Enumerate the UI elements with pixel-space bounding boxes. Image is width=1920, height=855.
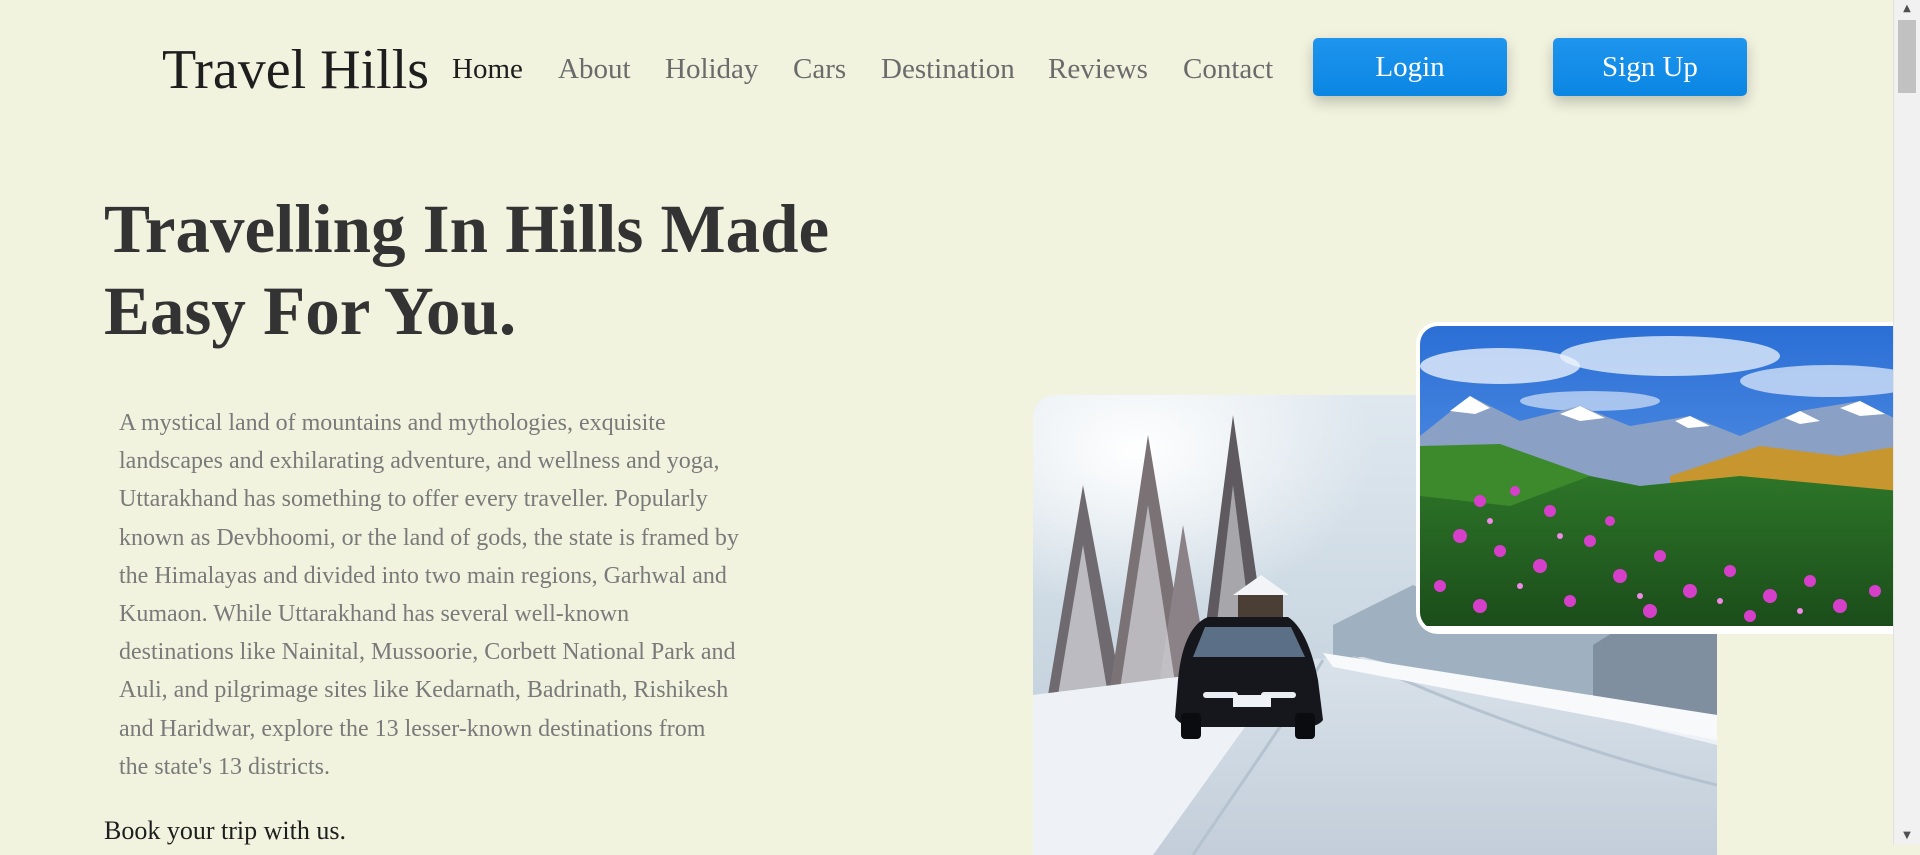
scroll-down-arrow-icon[interactable]: ▼ (1894, 827, 1920, 845)
nav-home[interactable]: Home (452, 50, 523, 88)
book-trip-text: Book your trip with us. (104, 816, 346, 845)
hero-description: A mystical land of mountains and mytholo… (119, 410, 739, 780)
brand-logo[interactable]: Travel Hills (162, 36, 429, 104)
nav-about[interactable]: About (558, 50, 631, 88)
nav-cars[interactable]: Cars (793, 50, 846, 88)
scroll-thumb[interactable] (1898, 20, 1916, 93)
nav-holiday[interactable]: Holiday (665, 50, 758, 88)
page-scrollbar[interactable]: ▲ ▼ (1893, 0, 1920, 845)
hero-title-line2: Easy For You. (104, 273, 517, 349)
nav-contact[interactable]: Contact (1183, 50, 1273, 88)
nav-reviews[interactable]: Reviews (1048, 50, 1148, 88)
scroll-up-arrow-icon[interactable]: ▲ (1894, 0, 1920, 18)
hero-title: Travelling In Hills Made Easy For You. (104, 188, 884, 352)
login-button[interactable]: Login (1313, 38, 1507, 96)
signup-button[interactable]: Sign Up (1553, 38, 1747, 96)
nav-destination[interactable]: Destination (881, 50, 1015, 88)
mountain-meadow-flowers-image (1416, 322, 1900, 634)
hero-title-line1: Travelling In Hills Made (104, 191, 830, 267)
